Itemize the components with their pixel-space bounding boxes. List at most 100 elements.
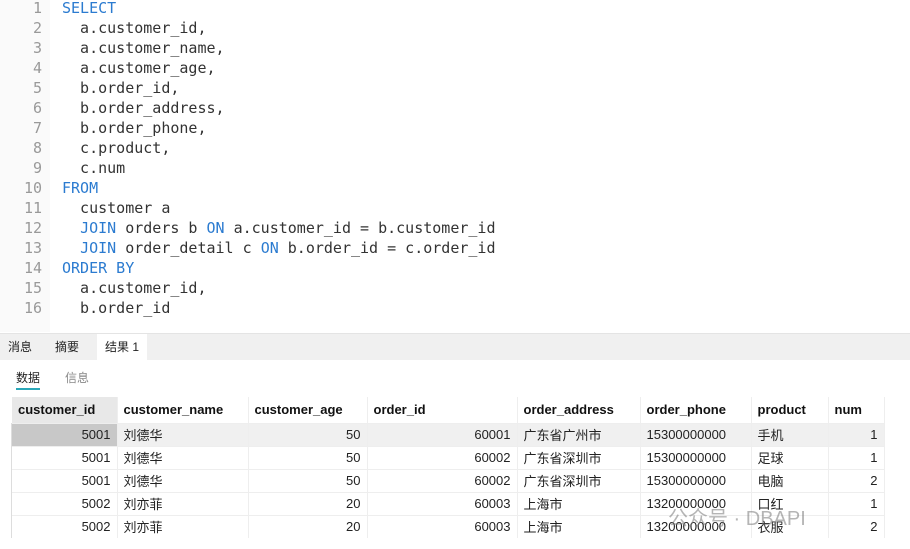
cell-product[interactable]: 电脑 [751,468,829,492]
code-line[interactable]: 12 JOIN orders b ON a.customer_id = b.cu… [0,218,496,238]
code-line[interactable]: 15 a.customer_id, [0,278,207,298]
line-number: 10 [23,179,42,197]
code-token: order_detail c [116,239,261,257]
line-number: 14 [23,259,42,277]
watermark: 公众号 · DBAPI [668,508,806,530]
code-token: c.product, [62,139,171,157]
code-text: c.num [62,158,125,178]
line-number: 13 [23,239,42,257]
code-text: FROM [62,178,98,198]
cell-order_id[interactable]: 60002 [367,445,518,469]
code-text: a.customer_id, [62,18,207,38]
cell-order_address[interactable]: 上海市 [517,514,641,538]
subtab-2[interactable]: 信息 [65,368,89,390]
cell-order_address[interactable]: 广东省广州市 [517,422,641,446]
code-line[interactable]: 14 ORDER BY [0,258,134,278]
cell-order_id[interactable]: 60001 [367,422,518,446]
cell-num[interactable]: 1 [828,422,885,446]
column-header-customer_age[interactable]: customer_age [248,397,368,423]
code-token: c.num [62,159,126,177]
cell-customer_id[interactable]: 5001 [12,422,118,446]
column-header-num[interactable]: num [828,397,885,423]
code-line[interactable]: 10 FROM [0,178,98,198]
cell-order_phone[interactable]: 15300000000 [640,422,752,446]
sql-keyword: FROM [62,179,99,197]
cell-customer_age[interactable]: 20 [248,491,368,515]
code-line[interactable]: 5 b.order_id, [0,78,179,98]
code-line[interactable]: 11 customer a [0,198,170,218]
code-text: b.order_address, [62,98,225,118]
cell-order_phone[interactable]: 15300000000 [640,468,752,492]
tab-2[interactable]: 摘要 [47,334,87,361]
code-line[interactable]: 2 a.customer_id, [0,18,207,38]
cell-customer_name[interactable]: 刘亦菲 [117,491,249,515]
code-line[interactable]: 9 c.num [0,158,125,178]
line-number: 5 [32,79,42,97]
cell-customer_id[interactable]: 5001 [12,468,118,492]
sql-keyword: SELECT [62,0,117,17]
cell-customer_age[interactable]: 50 [248,468,368,492]
column-header-order_address[interactable]: order_address [517,397,641,423]
cell-customer_name[interactable]: 刘德华 [117,445,249,469]
code-token: a.customer_id = b.customer_id [224,219,496,237]
column-header-order_id[interactable]: order_id [367,397,518,423]
code-text: b.order_phone, [62,118,206,138]
sql-keyword: ON [260,239,279,257]
cell-num[interactable]: 1 [828,491,885,515]
code-token: a.customer_id, [62,19,207,37]
cell-order_address[interactable]: 广东省深圳市 [517,468,641,492]
cell-customer_id[interactable]: 5002 [12,491,118,515]
cell-num[interactable]: 2 [828,468,885,492]
column-header-customer_id[interactable]: customer_id [12,397,118,423]
cell-order_address[interactable]: 广东省深圳市 [517,445,641,469]
grid-header-row: customer_id customer_name customer_age orde… [12,397,885,423]
code-line[interactable]: 16 b.order_id [0,298,170,318]
code-line[interactable]: 3 a.customer_name, [0,38,225,58]
cell-order_id[interactable]: 60002 [367,468,518,492]
cell-customer_age[interactable]: 20 [248,514,368,538]
code-text: b.order_id [62,298,170,318]
cell-num[interactable]: 2 [828,514,885,538]
table-row[interactable]: 5001 刘德华 50 60002 广东省深圳市 15300000000 电脑 2 [12,468,885,492]
cell-customer_age[interactable]: 50 [248,445,368,469]
column-header-order_phone[interactable]: order_phone [640,397,752,423]
cell-customer_name[interactable]: 刘德华 [117,422,249,446]
cell-customer_name[interactable]: 刘亦菲 [117,514,249,538]
cell-order_address[interactable]: 上海市 [517,491,641,515]
code-line[interactable]: 1 SELECT [0,0,116,18]
code-text: c.product, [62,138,170,158]
cell-order_id[interactable]: 60003 [367,514,518,538]
tab-1[interactable]: 消息 [0,334,40,361]
cell-order_id[interactable]: 60003 [367,491,518,515]
cell-order_phone[interactable]: 15300000000 [640,445,752,469]
cell-customer_name[interactable]: 刘德华 [117,468,249,492]
cell-product[interactable]: 手机 [751,422,829,446]
cell-product[interactable]: 足球 [751,445,829,469]
line-number: 6 [32,99,42,117]
sql-editor[interactable]: 1 SELECT 2 a.customer_id, 3 a.customer_name… [0,0,910,332]
subtab-1[interactable]: 数据 [16,368,41,390]
result-subtabs: 数据 信息 [0,360,910,397]
line-number: 2 [32,19,42,37]
tab-3[interactable]: 结果 1 [97,334,148,361]
code-text: a.customer_id, [62,278,206,298]
code-token: b.order_id, [62,79,180,97]
cell-customer_id[interactable]: 5002 [12,514,118,538]
code-line[interactable]: 4 a.customer_age, [0,58,216,78]
cell-num[interactable]: 1 [828,445,885,469]
cell-customer_id[interactable]: 5001 [12,445,118,469]
code-line[interactable]: 8 c.product, [0,138,170,158]
column-header-customer_name[interactable]: customer_name [117,397,249,423]
table-row[interactable]: 5001 刘德华 50 60001 广东省广州市 15300000000 手机 1 [12,422,885,446]
column-header-product[interactable]: product [751,397,829,423]
code-line[interactable]: 7 b.order_phone, [0,118,207,138]
line-number: 1 [32,0,42,17]
code-token: customer a [62,199,171,217]
cell-customer_age[interactable]: 50 [248,422,368,446]
code-line[interactable]: 13 JOIN order_detail c ON b.order_id = c… [0,238,496,258]
code-text: customer a [62,198,170,218]
table-row[interactable]: 5001 刘德华 50 60002 广东省深圳市 15300000000 足球 1 [12,445,885,469]
code-line[interactable]: 6 b.order_address, [0,98,225,118]
line-number: 11 [23,199,42,217]
